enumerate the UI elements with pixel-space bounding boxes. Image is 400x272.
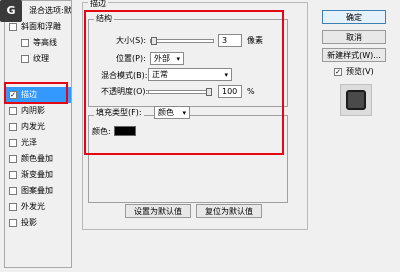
style-item-contour[interactable]: 等高线 [5, 35, 71, 51]
style-item-label: 渐变叠加 [21, 170, 53, 179]
style-item-inner-glow[interactable]: 内发光 [5, 119, 71, 135]
style-item-label: 图案叠加 [21, 186, 53, 195]
pattern-overlay-checkbox[interactable] [9, 187, 17, 195]
style-item-drop-shadow[interactable]: 投影 [5, 215, 71, 231]
style-item-pattern-overlay[interactable]: 图案叠加 [5, 183, 71, 199]
style-list-header-label: 混合选项:默认 [29, 6, 71, 15]
style-item-label: 内发光 [21, 122, 45, 131]
style-item-texture[interactable]: 纹理 [5, 51, 71, 67]
style-list: 混合选项:默认 斜面和浮雕 等高线 纹理 ✓ 描边 内阴影 内发光 光泽 颜色叠… [4, 0, 72, 268]
preview-swatch [346, 90, 366, 110]
satin-checkbox[interactable] [9, 139, 17, 147]
style-item-label: 颜色叠加 [21, 154, 53, 163]
preview-label: 预览(V) [346, 67, 374, 76]
style-item-label: 等高线 [33, 38, 57, 47]
style-item-label: 纹理 [33, 54, 49, 63]
new-style-button[interactable]: 新建样式(W)... [322, 48, 386, 62]
style-item-label: 投影 [21, 218, 37, 227]
style-item-inner-shadow[interactable]: 内阴影 [5, 103, 71, 119]
outer-glow-checkbox[interactable] [9, 203, 17, 211]
inner-glow-checkbox[interactable] [9, 123, 17, 131]
stroke-item-highlight [4, 82, 68, 104]
style-item-label: 斜面和浮雕 [21, 22, 61, 31]
style-item-gradient-overlay[interactable]: 渐变叠加 [5, 167, 71, 183]
texture-checkbox[interactable] [21, 55, 29, 63]
stroke-panel-title: 描边 [88, 0, 108, 9]
preview-checkbox[interactable]: ✓ [334, 68, 342, 76]
style-item-label: 光泽 [21, 138, 37, 147]
cancel-button[interactable]: 取消 [322, 30, 386, 44]
preview-thumbnail [340, 84, 372, 116]
set-default-button[interactable]: 设置为默认值 [125, 204, 191, 218]
bevel-emboss-checkbox[interactable] [9, 23, 17, 31]
ok-button[interactable]: 确定 [322, 10, 386, 24]
style-item-outer-glow[interactable]: 外发光 [5, 199, 71, 215]
style-item-satin[interactable]: 光泽 [5, 135, 71, 151]
options-highlight [84, 10, 284, 155]
inner-shadow-checkbox[interactable] [9, 107, 17, 115]
style-item-color-overlay[interactable]: 颜色叠加 [5, 151, 71, 167]
contour-checkbox[interactable] [21, 39, 29, 47]
style-item-label: 外发光 [21, 202, 45, 211]
style-item-label: 内阴影 [21, 106, 45, 115]
app-logo: G [0, 0, 22, 22]
reset-default-button[interactable]: 复位为默认值 [196, 204, 262, 218]
gradient-overlay-checkbox[interactable] [9, 171, 17, 179]
color-overlay-checkbox[interactable] [9, 155, 17, 163]
drop-shadow-checkbox[interactable] [9, 219, 17, 227]
